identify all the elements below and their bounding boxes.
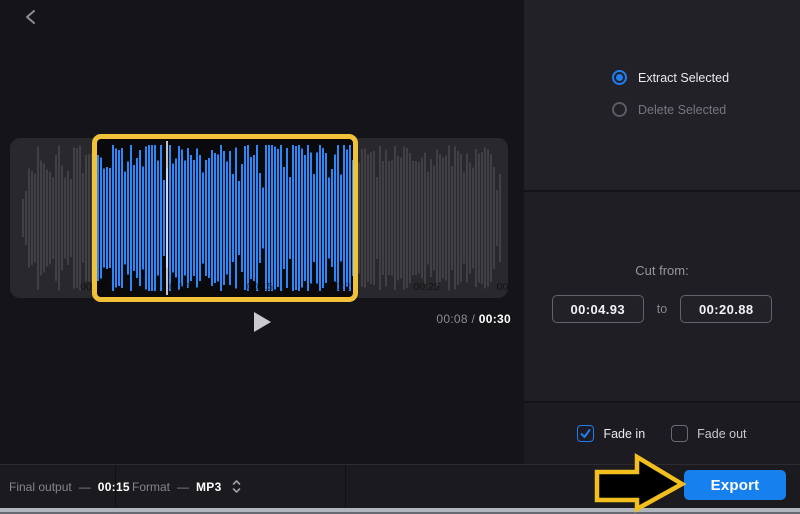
fade-section: Fade in Fade out	[524, 403, 800, 464]
svg-text:00:15: 00:15	[247, 281, 273, 293]
svg-text:00:25: 00:25	[413, 281, 439, 293]
preview-panel: 00:0500:1000:1500:2000:2500:30 00:0500:1…	[0, 0, 524, 464]
selection-region[interactable]: 00:0500:1000:1500:2000:2500:30	[92, 134, 358, 302]
current-time: 00:08	[436, 312, 468, 326]
svg-text:00:05: 00:05	[92, 281, 107, 293]
checkbox-unchecked-icon[interactable]	[671, 425, 688, 442]
extract-selected-label: Extract Selected	[638, 71, 729, 85]
format-stepper[interactable]	[231, 478, 242, 495]
back-button[interactable]	[18, 4, 44, 30]
mode-section: Extract Selected Delete Selected	[524, 0, 800, 191]
cut-from-title: Cut from:	[524, 263, 800, 278]
horizontal-scrollbar[interactable]	[0, 508, 800, 514]
svg-text:00:20: 00:20	[330, 281, 356, 293]
total-time: 00:30	[479, 312, 511, 326]
time-display: 00:08 / 00:30	[436, 312, 511, 326]
to-label: to	[657, 302, 667, 316]
final-output-dash: —	[79, 480, 91, 494]
format-segment: Format — MP3	[116, 465, 345, 508]
play-button[interactable]	[248, 308, 276, 336]
settings-panel: Extract Selected Delete Selected Cut fro…	[524, 0, 800, 464]
play-icon	[251, 310, 273, 334]
final-output-label: Final output	[9, 480, 72, 494]
fade-out-option[interactable]: Fade out	[671, 425, 746, 442]
final-output-segment: Final output — 00:15	[0, 465, 115, 508]
fade-in-option[interactable]: Fade in	[577, 425, 645, 442]
option-extract-selected[interactable]: Extract Selected	[612, 70, 729, 85]
checkmark-icon	[579, 427, 592, 440]
selection-handle-left[interactable]	[92, 211, 97, 226]
cut-to-input[interactable]	[680, 295, 772, 323]
radio-selected-icon[interactable]	[612, 70, 627, 85]
delete-selected-label: Delete Selected	[638, 103, 726, 117]
option-delete-selected[interactable]: Delete Selected	[612, 102, 726, 117]
selection-handle-right[interactable]	[353, 211, 358, 226]
svg-text:00:30: 00:30	[497, 281, 508, 293]
radio-unselected-icon[interactable]	[612, 102, 627, 117]
fade-in-label: Fade in	[603, 427, 645, 441]
export-button[interactable]: Export	[684, 470, 786, 500]
checkbox-checked-icon[interactable]	[577, 425, 594, 442]
back-chevron-icon	[24, 9, 38, 25]
bottom-bar: Final output — 00:15 Format — MP3	[0, 464, 800, 508]
cut-from-input[interactable]	[552, 295, 644, 323]
cut-range-row: to	[524, 295, 800, 323]
format-dash: —	[177, 480, 189, 494]
stepper-chevrons-icon	[231, 478, 242, 495]
time-separator: /	[472, 312, 476, 326]
scrollbar-thumb[interactable]	[0, 508, 800, 512]
format-label: Format	[132, 480, 170, 494]
audio-cutter-app: 00:0500:1000:1500:2000:2500:30 00:0500:1…	[0, 0, 800, 514]
playhead[interactable]	[166, 141, 168, 295]
fade-out-label: Fade out	[697, 427, 746, 441]
bar-divider	[345, 465, 346, 508]
waveform-selected: 00:0500:1000:1500:2000:2500:30	[92, 138, 358, 298]
format-value[interactable]: MP3	[196, 480, 222, 494]
